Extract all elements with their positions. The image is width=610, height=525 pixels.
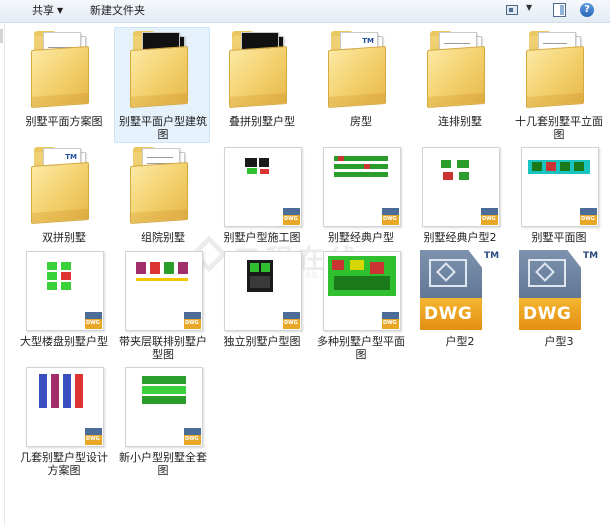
file-name: 叠拼别墅户型 xyxy=(229,115,295,128)
file-name: 多种别墅户型平面图 xyxy=(317,335,405,361)
file-name: 别墅户型施工图 xyxy=(223,231,301,244)
chevron-down-icon: ▼ xyxy=(57,6,64,15)
file-name: 房型 xyxy=(350,115,372,128)
file-name: 十几套别墅平立面图 xyxy=(515,115,603,141)
file-name: 别墅平面户型建筑图 xyxy=(119,115,207,141)
file-name: 户型3 xyxy=(544,335,574,348)
folder-icon xyxy=(216,30,308,114)
drawing-thumbnail: DWG xyxy=(117,366,209,450)
share-menu-button[interactable]: 共享 ▼ xyxy=(32,3,63,19)
file-name: 双拼别墅 xyxy=(42,231,86,244)
folder-icon xyxy=(117,146,209,230)
dwg-file-icon: DWG TM xyxy=(513,250,605,334)
dwg-badge-icon: DWG xyxy=(481,208,498,225)
drawing-thumbnail: DWG xyxy=(18,250,110,334)
dwg-badge-icon: DWG xyxy=(184,428,201,445)
help-button[interactable]: ? xyxy=(580,3,594,17)
share-label: 共享 xyxy=(32,4,54,17)
file-name: 别墅平面方案图 xyxy=(25,115,103,128)
preview-pane-button[interactable] xyxy=(553,3,566,17)
drawing-thumbnail: DWG xyxy=(18,366,110,450)
folder-icon: TM xyxy=(315,30,407,114)
drawing-thumbnail: DWG xyxy=(414,146,506,230)
file-name: 大型楼盘别墅户型 xyxy=(20,335,108,348)
file-name: 户型2 xyxy=(445,335,475,348)
dwg-badge-icon: DWG xyxy=(580,208,597,225)
file-name: 连排别墅 xyxy=(438,115,482,128)
drawing-thumbnail: DWG xyxy=(117,250,209,334)
drawing-thumbnail: DWG xyxy=(216,146,308,230)
folder-icon xyxy=(117,30,209,114)
view-options-button[interactable]: ▼ xyxy=(506,3,536,18)
file-name: 带夹层联排别墅户型图 xyxy=(119,335,207,361)
chevron-down-icon: ▼ xyxy=(526,3,533,12)
navigation-pane-edge[interactable] xyxy=(0,23,5,525)
drawing-thumbnail: DWG xyxy=(513,146,605,230)
file-name: 别墅经典户型2 xyxy=(423,231,497,244)
dwg-badge-icon: DWG xyxy=(283,312,300,329)
dwg-badge-icon: DWG xyxy=(382,312,399,329)
new-folder-button[interactable]: 新建文件夹 xyxy=(90,3,145,19)
folder-icon: TM xyxy=(18,146,110,230)
dwg-badge-icon: DWG xyxy=(85,428,102,445)
drawing-thumbnail: DWG xyxy=(315,250,407,334)
file-name: 独立别墅户型图 xyxy=(223,335,301,348)
drawing-thumbnail: DWG xyxy=(315,146,407,230)
file-name: 几套别墅户型设计方案图 xyxy=(20,451,108,477)
file-name: 别墅平面图 xyxy=(531,231,587,244)
dwg-badge-icon: DWG xyxy=(283,208,300,225)
command-bar: 共享 ▼ 新建文件夹 ▼ ? xyxy=(0,0,610,23)
file-name: 组院别墅 xyxy=(141,231,185,244)
folder-icon xyxy=(414,30,506,114)
view-icon xyxy=(506,5,518,15)
folder-icon xyxy=(513,30,605,114)
file-name: 别墅经典户型 xyxy=(328,231,394,244)
dwg-file-icon: DWG TM xyxy=(414,250,506,334)
dwg-badge-icon: DWG xyxy=(85,312,102,329)
file-name: 新小户型别墅全套图 xyxy=(119,451,207,477)
folder-icon xyxy=(18,30,110,114)
dwg-badge-icon: DWG xyxy=(184,312,201,329)
dwg-badge-icon: DWG xyxy=(382,208,399,225)
drawing-thumbnail: DWG xyxy=(216,250,308,334)
